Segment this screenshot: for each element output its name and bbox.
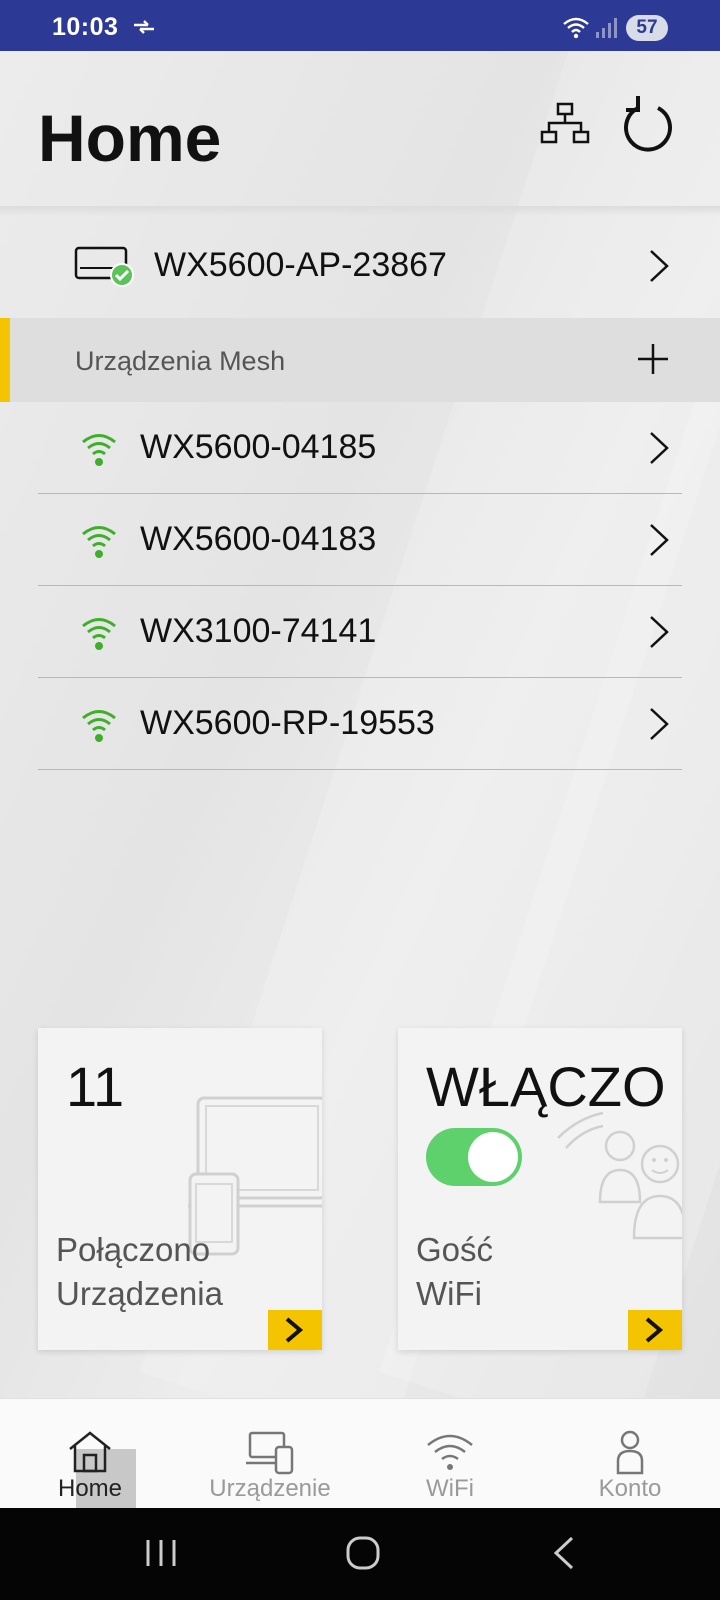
mesh-device-name: WX5600-04185	[140, 428, 377, 466]
account-icon	[616, 1430, 644, 1475]
page-title: Home	[38, 101, 222, 175]
toggle-knob	[468, 1132, 518, 1182]
home-button-icon[interactable]	[340, 1530, 386, 1576]
mesh-device-item[interactable]: WX5600-RP-19553	[38, 678, 682, 770]
guest-wifi-card[interactable]: WŁĄCZO Gość WiFi	[398, 1028, 682, 1350]
refresh-icon[interactable]	[618, 92, 674, 156]
status-time: 10:03	[52, 13, 119, 41]
caption-line: Urządzenia	[56, 1275, 223, 1312]
wifi-status-icon	[563, 17, 589, 39]
nav-wifi[interactable]: WiFi	[360, 1399, 540, 1509]
caption-line: WiFi	[416, 1275, 482, 1312]
router-connected-icon	[74, 246, 134, 287]
wifi-signal-icon	[82, 710, 116, 742]
mesh-device-item[interactable]: WX5600-04185	[38, 402, 682, 494]
chevron-right-icon	[650, 708, 669, 740]
back-icon[interactable]	[542, 1530, 588, 1576]
network-topology-icon[interactable]	[540, 100, 590, 148]
caption-line: Połączono	[56, 1231, 211, 1268]
access-point-row[interactable]: WX5600-AP-23867	[0, 216, 720, 318]
guest-wifi-state: WŁĄCZO	[426, 1055, 666, 1118]
status-bar: 10:03 57	[0, 0, 720, 51]
nav-home[interactable]: Home	[0, 1399, 180, 1511]
chevron-right-icon	[285, 1317, 304, 1343]
bottom-navigation: Home Urządzenie WiFi Konto	[0, 1398, 720, 1511]
mesh-device-item[interactable]: WX5600-04183	[38, 494, 682, 586]
guest-users-illustration-icon	[557, 1111, 682, 1240]
devices-arrow-button[interactable]	[268, 1310, 322, 1350]
header-divider	[0, 206, 720, 216]
nav-account[interactable]: Konto	[540, 1399, 720, 1509]
connected-devices-card[interactable]: 11 Połączono Urządzenia	[38, 1028, 322, 1350]
signal-icon	[596, 18, 617, 38]
wifi-signal-icon	[82, 526, 116, 558]
chevron-right-icon	[650, 432, 669, 464]
mesh-section-header: Urządzenia Mesh	[0, 318, 720, 402]
wifi-signal-icon	[82, 618, 116, 650]
home-icon	[69, 1431, 111, 1473]
guest-wifi-toggle[interactable]	[426, 1128, 522, 1186]
caption-line: Gość	[416, 1231, 494, 1268]
access-point-name: WX5600-AP-23867	[154, 246, 447, 284]
battery-indicator: 57	[626, 15, 668, 41]
section-accent-bar	[0, 318, 10, 402]
connected-devices-count: 11	[66, 1055, 125, 1118]
mesh-device-name: WX5600-RP-19553	[140, 704, 435, 742]
chevron-right-icon	[650, 250, 669, 282]
nav-label: Urządzenie	[209, 1475, 331, 1502]
mesh-device-item[interactable]: WX3100-74141	[38, 586, 682, 678]
chevron-right-icon	[645, 1317, 664, 1343]
chevron-right-icon	[650, 616, 669, 648]
nav-label: Konto	[598, 1475, 662, 1502]
devices-icon	[246, 1431, 294, 1475]
guest-wifi-caption: Gość WiFi	[416, 1228, 493, 1316]
add-mesh-device-icon[interactable]	[636, 342, 670, 376]
nav-label: Home	[57, 1475, 123, 1502]
mesh-device-name: WX3100-74141	[140, 612, 377, 650]
wifi-icon	[427, 1434, 473, 1470]
mesh-device-name: WX5600-04183	[140, 520, 377, 558]
guest-wifi-arrow-button[interactable]	[628, 1310, 682, 1350]
mesh-section-label: Urządzenia Mesh	[75, 346, 286, 376]
connected-devices-caption: Połączono Urządzenia	[56, 1228, 223, 1316]
system-navigation-bar	[0, 1508, 720, 1600]
data-transfer-icon	[134, 20, 154, 34]
nav-devices[interactable]: Urządzenie	[180, 1399, 360, 1509]
recent-apps-icon[interactable]	[138, 1530, 184, 1576]
chevron-right-icon	[650, 524, 669, 556]
wifi-signal-icon	[82, 434, 116, 466]
nav-label: WiFi	[426, 1475, 474, 1502]
